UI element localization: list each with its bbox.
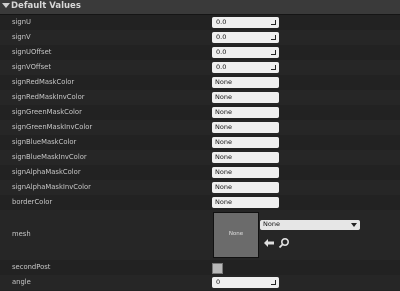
borderColor-picker[interactable]: None bbox=[212, 197, 279, 208]
property-label: signV bbox=[12, 33, 31, 41]
signRedMaskInvColor-picker[interactable]: None bbox=[212, 92, 279, 103]
value-text: 0.0 bbox=[216, 63, 227, 71]
drag-handle-icon[interactable] bbox=[271, 20, 276, 25]
property-row-signBlueMaskColor: signBlueMaskColor None bbox=[0, 135, 400, 150]
value-text: None bbox=[215, 198, 232, 206]
value-text: None bbox=[215, 168, 232, 176]
signBlueMaskInvColor-picker[interactable]: None bbox=[212, 152, 279, 163]
value-text: 0.0 bbox=[216, 48, 227, 56]
property-row-borderColor: borderColor None bbox=[0, 195, 400, 210]
section-header-default-values[interactable]: Default Values bbox=[0, 0, 400, 15]
signGreenMaskColor-picker[interactable]: None bbox=[212, 107, 279, 118]
signVOffset-input[interactable]: 0.0 bbox=[212, 62, 279, 73]
property-row-secondPost: secondPost bbox=[0, 260, 400, 275]
magnifier-icon[interactable] bbox=[278, 234, 290, 249]
details-panel: Default Values signU 0.0 signV 0.0 signU… bbox=[0, 0, 400, 291]
value-text: None bbox=[215, 138, 232, 146]
property-label: secondPost bbox=[12, 263, 51, 271]
drag-handle-icon[interactable] bbox=[271, 65, 276, 70]
property-row-signGreenMaskColor: signGreenMaskColor None bbox=[0, 105, 400, 120]
drag-handle-icon[interactable] bbox=[271, 280, 276, 285]
mesh-thumbnail[interactable]: None bbox=[213, 212, 259, 258]
signAlphaMaskColor-picker[interactable]: None bbox=[212, 167, 279, 178]
property-row-signU: signU 0.0 bbox=[0, 15, 400, 30]
property-label: signGreenMaskColor bbox=[12, 108, 82, 116]
chevron-down-icon bbox=[351, 223, 357, 227]
value-text: 0.0 bbox=[216, 18, 227, 26]
property-label: signGreenMaskInvColor bbox=[12, 123, 93, 131]
property-row-signVOffset: signVOffset 0.0 bbox=[0, 60, 400, 75]
property-row-angle: angle 0 bbox=[0, 275, 400, 290]
property-label: borderColor bbox=[12, 198, 53, 206]
property-row-signV: signV 0.0 bbox=[0, 30, 400, 45]
property-row-signRedMaskColor: signRedMaskColor None bbox=[0, 75, 400, 90]
property-row-signUOffset: signUOffset 0.0 bbox=[0, 45, 400, 60]
arrow-left-icon[interactable] bbox=[263, 234, 275, 247]
property-label: signBlueMaskColor bbox=[12, 138, 77, 146]
property-row-signBlueMaskInvColor: signBlueMaskInvColor None bbox=[0, 150, 400, 165]
collapse-arrow-icon[interactable] bbox=[2, 3, 10, 8]
property-label: signAlphaMaskInvColor bbox=[12, 183, 91, 191]
property-label: signUOffset bbox=[12, 48, 52, 56]
property-label: angle bbox=[12, 278, 31, 286]
mesh-asset-dropdown[interactable]: None bbox=[260, 220, 360, 230]
angle-input[interactable]: 0 bbox=[212, 277, 279, 288]
value-text: 0.0 bbox=[216, 33, 227, 41]
section-title: Default Values bbox=[11, 1, 81, 11]
property-label: signVOffset bbox=[12, 63, 52, 71]
property-row-signAlphaMaskColor: signAlphaMaskColor None bbox=[0, 165, 400, 180]
value-text: None bbox=[215, 108, 232, 116]
dropdown-value: None bbox=[263, 220, 280, 228]
signBlueMaskColor-picker[interactable]: None bbox=[212, 137, 279, 148]
property-label: signBlueMaskInvColor bbox=[12, 153, 87, 161]
property-label: signU bbox=[12, 18, 32, 26]
drag-handle-icon[interactable] bbox=[271, 50, 276, 55]
property-row-mesh: mesh bbox=[0, 210, 400, 260]
value-text: 0 bbox=[216, 278, 221, 286]
secondPost-checkbox[interactable] bbox=[212, 263, 223, 274]
signGreenMaskInvColor-picker[interactable]: None bbox=[212, 122, 279, 133]
value-text: None bbox=[215, 78, 232, 86]
value-text: None bbox=[215, 93, 232, 101]
signAlphaMaskInvColor-picker[interactable]: None bbox=[212, 182, 279, 193]
value-text: None bbox=[215, 123, 232, 131]
signU-input[interactable]: 0.0 bbox=[212, 17, 279, 28]
property-label: mesh bbox=[12, 230, 31, 238]
property-row-signGreenMaskInvColor: signGreenMaskInvColor None bbox=[0, 120, 400, 135]
property-label: signRedMaskColor bbox=[12, 78, 75, 86]
value-text: None bbox=[215, 153, 232, 161]
property-row-signRedMaskInvColor: signRedMaskInvColor None bbox=[0, 90, 400, 105]
property-row-signAlphaMaskInvColor: signAlphaMaskInvColor None bbox=[0, 180, 400, 195]
property-label: signAlphaMaskColor bbox=[12, 168, 81, 176]
thumbnail-text: None bbox=[228, 231, 244, 237]
signRedMaskColor-picker[interactable]: None bbox=[212, 77, 279, 88]
property-label: signRedMaskInvColor bbox=[12, 93, 85, 101]
signUOffset-input[interactable]: 0.0 bbox=[212, 47, 279, 58]
drag-handle-icon[interactable] bbox=[271, 35, 276, 40]
signV-input[interactable]: 0.0 bbox=[212, 32, 279, 43]
value-text: None bbox=[215, 183, 232, 191]
